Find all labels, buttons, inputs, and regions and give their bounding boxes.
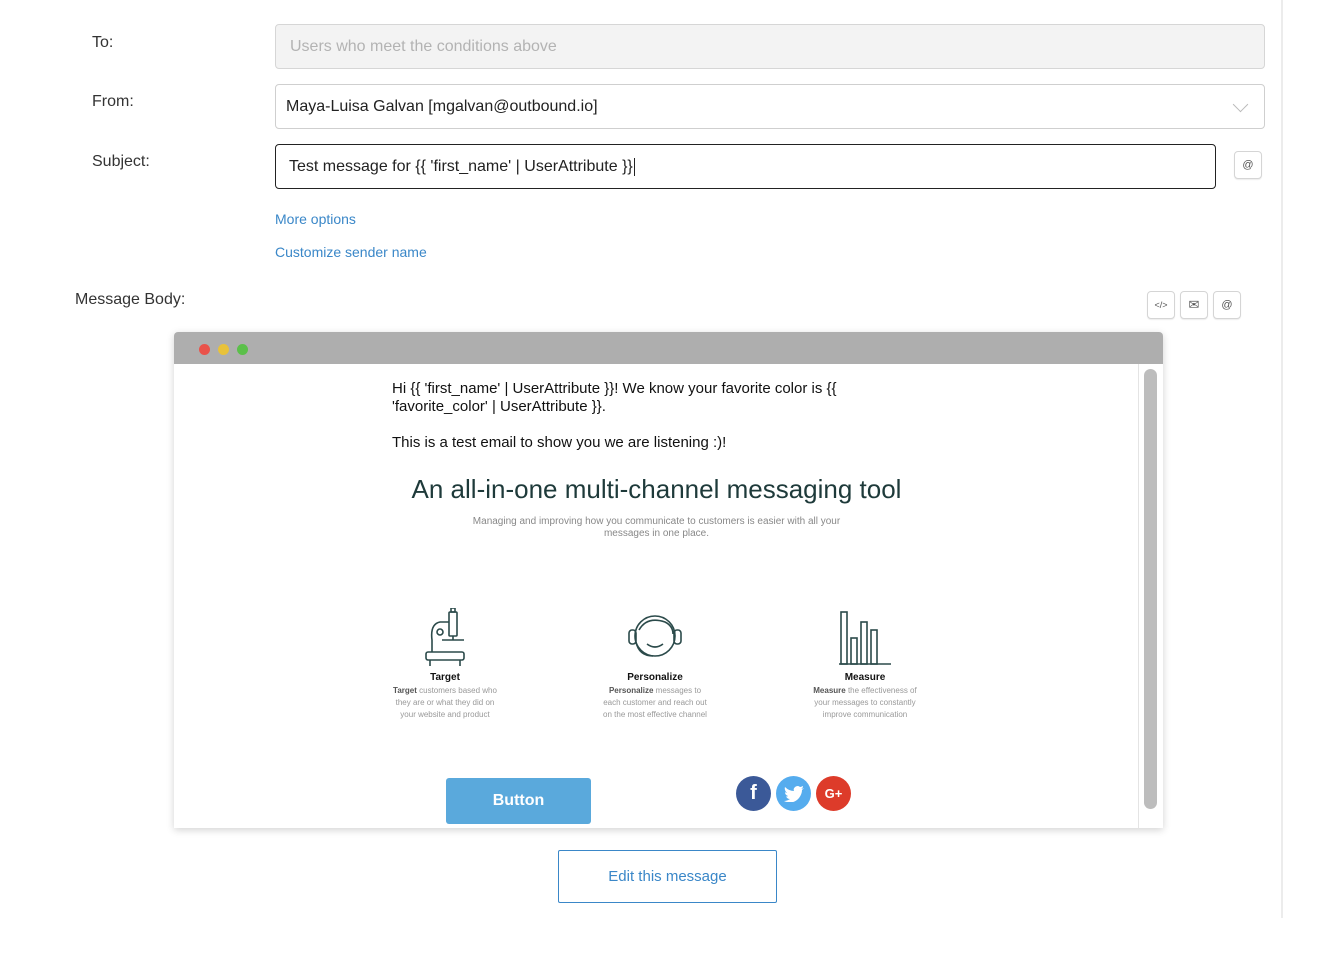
- message-preview: Hi {{ 'first_name' | UserAttribute }}! W…: [174, 332, 1163, 828]
- from-label: From:: [92, 93, 134, 110]
- text-caret: [633, 157, 635, 176]
- edit-message-button[interactable]: Edit this message: [558, 850, 777, 903]
- twitter-icon: [776, 776, 811, 811]
- customize-sender-link[interactable]: Customize sender name: [275, 244, 427, 260]
- twitter-bird-icon: [783, 785, 804, 802]
- body-mention-button[interactable]: @: [1213, 291, 1241, 319]
- subject-input[interactable]: Test message for {{ 'first_name' | UserA…: [275, 144, 1216, 189]
- feature-title: Personalize: [627, 672, 683, 683]
- envelope-icon: ✉: [1188, 297, 1200, 312]
- subject-mention-button[interactable]: @: [1234, 151, 1262, 179]
- google-plus-icon: G+: [816, 776, 851, 811]
- hero-subtitle-line-2: messages in one place.: [603, 528, 710, 539]
- from-value: Maya-Luisa Galvan [mgalvan@outbound.io]: [286, 97, 598, 115]
- feature-target: Target Target customers based who they a…: [375, 608, 515, 721]
- email-cta-button: Button: [446, 778, 591, 824]
- from-select[interactable]: Maya-Luisa Galvan [mgalvan@outbound.io]: [275, 84, 1265, 129]
- headset-icon: [628, 615, 682, 657]
- feature-personalize: Personalize Personalize messages to each…: [585, 608, 725, 721]
- greeting-line-2: 'favorite_color' | UserAttribute }}.: [392, 398, 606, 415]
- chevron-down-icon: [1232, 96, 1249, 113]
- preview-scrollbar[interactable]: [1138, 364, 1163, 828]
- hero-title: An all-in-one multi-channel messaging to…: [411, 474, 902, 504]
- subject-label: Subject:: [92, 153, 150, 170]
- facebook-icon: f: [736, 776, 771, 811]
- feature-measure: Measure Measure the effectiveness of you…: [795, 608, 935, 721]
- feature-title: Target: [430, 672, 460, 683]
- to-field: Users who meet the conditions above: [275, 24, 1265, 69]
- email-template-button[interactable]: ✉: [1180, 291, 1208, 319]
- code-icon: </>: [1154, 300, 1168, 310]
- at-icon: @: [1242, 159, 1254, 171]
- hero-subtitle: Managing and improving how you communica…: [434, 516, 879, 540]
- more-options-link[interactable]: More options: [275, 211, 356, 227]
- to-label: To:: [92, 34, 114, 51]
- greeting-line-1: Hi {{ 'first_name' | UserAttribute }}! W…: [392, 380, 837, 397]
- feature-description: Measure the effectiveness of your messag…: [813, 686, 917, 719]
- at-icon: @: [1221, 299, 1233, 311]
- scrollbar-thumb[interactable]: [1144, 369, 1157, 809]
- greeting-text: Hi {{ 'first_name' | UserAttribute }}! W…: [392, 380, 837, 416]
- feature-description: Target customers based who they are or w…: [393, 686, 497, 719]
- microscope-icon: [425, 608, 465, 666]
- feature-title: Measure: [844, 672, 886, 683]
- window-maximize-dot: [237, 344, 248, 355]
- window-close-dot: [199, 344, 210, 355]
- bar-chart-icon: [839, 611, 891, 665]
- subject-value: Test message for {{ 'first_name' | UserA…: [289, 157, 633, 175]
- window-minimize-dot: [218, 344, 229, 355]
- to-placeholder: Users who meet the conditions above: [290, 37, 557, 55]
- test-line-text: This is a test email to show you we are …: [392, 434, 727, 451]
- message-body-label: Message Body:: [75, 291, 186, 308]
- html-code-button[interactable]: </>: [1147, 291, 1175, 319]
- feature-description: Personalize messages to each customer an…: [603, 686, 707, 719]
- hero-subtitle-line-1: Managing and improving how you communica…: [472, 516, 841, 527]
- preview-window-bar: [174, 332, 1163, 364]
- panel-divider: [1281, 0, 1283, 918]
